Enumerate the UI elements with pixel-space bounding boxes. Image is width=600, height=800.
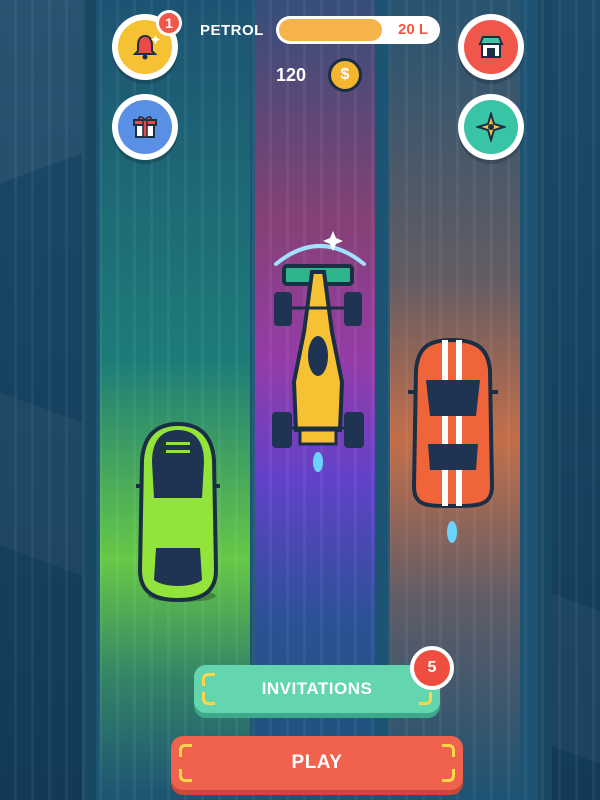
gifts-button[interactable]: [112, 94, 178, 160]
orange-car[interactable]: [406, 336, 500, 546]
corner-decoration: [442, 769, 455, 782]
special-button[interactable]: [458, 94, 524, 160]
petrol-bar-fill: [279, 19, 382, 41]
coin-count: 120: [276, 65, 307, 85]
shop-button[interactable]: [458, 14, 524, 80]
petrol-value: 20 L: [397, 21, 428, 38]
invitations-button[interactable]: INVITATIONS: [194, 665, 440, 713]
corner-decoration: [179, 744, 192, 757]
invitations-label: INVITATIONS: [261, 679, 373, 698]
play-label: PLAY: [291, 752, 343, 773]
petrol-label: PETROL: [200, 22, 264, 39]
invitations-count-badge: 5: [410, 646, 454, 690]
notification-badge: 1: [156, 10, 182, 36]
coin-icon: $: [328, 58, 362, 92]
corner-decoration: [442, 744, 455, 757]
petrol-bar: 20 L: [276, 16, 440, 44]
notifications-button[interactable]: 1: [112, 10, 182, 80]
shuriken-icon: [464, 100, 518, 154]
corner-decoration: [202, 692, 215, 705]
shop-icon: [464, 20, 518, 74]
formula-car[interactable]: [266, 262, 370, 472]
corner-decoration: [419, 692, 432, 705]
gift-icon: [118, 100, 172, 154]
corner-decoration: [179, 769, 192, 782]
game-screen: 1 PETROL 20 L 120 $ INVITATIONS 5 PLAY: [0, 0, 600, 800]
green-car[interactable]: [132, 420, 224, 606]
play-button[interactable]: PLAY: [171, 736, 463, 790]
corner-decoration: [202, 673, 215, 686]
